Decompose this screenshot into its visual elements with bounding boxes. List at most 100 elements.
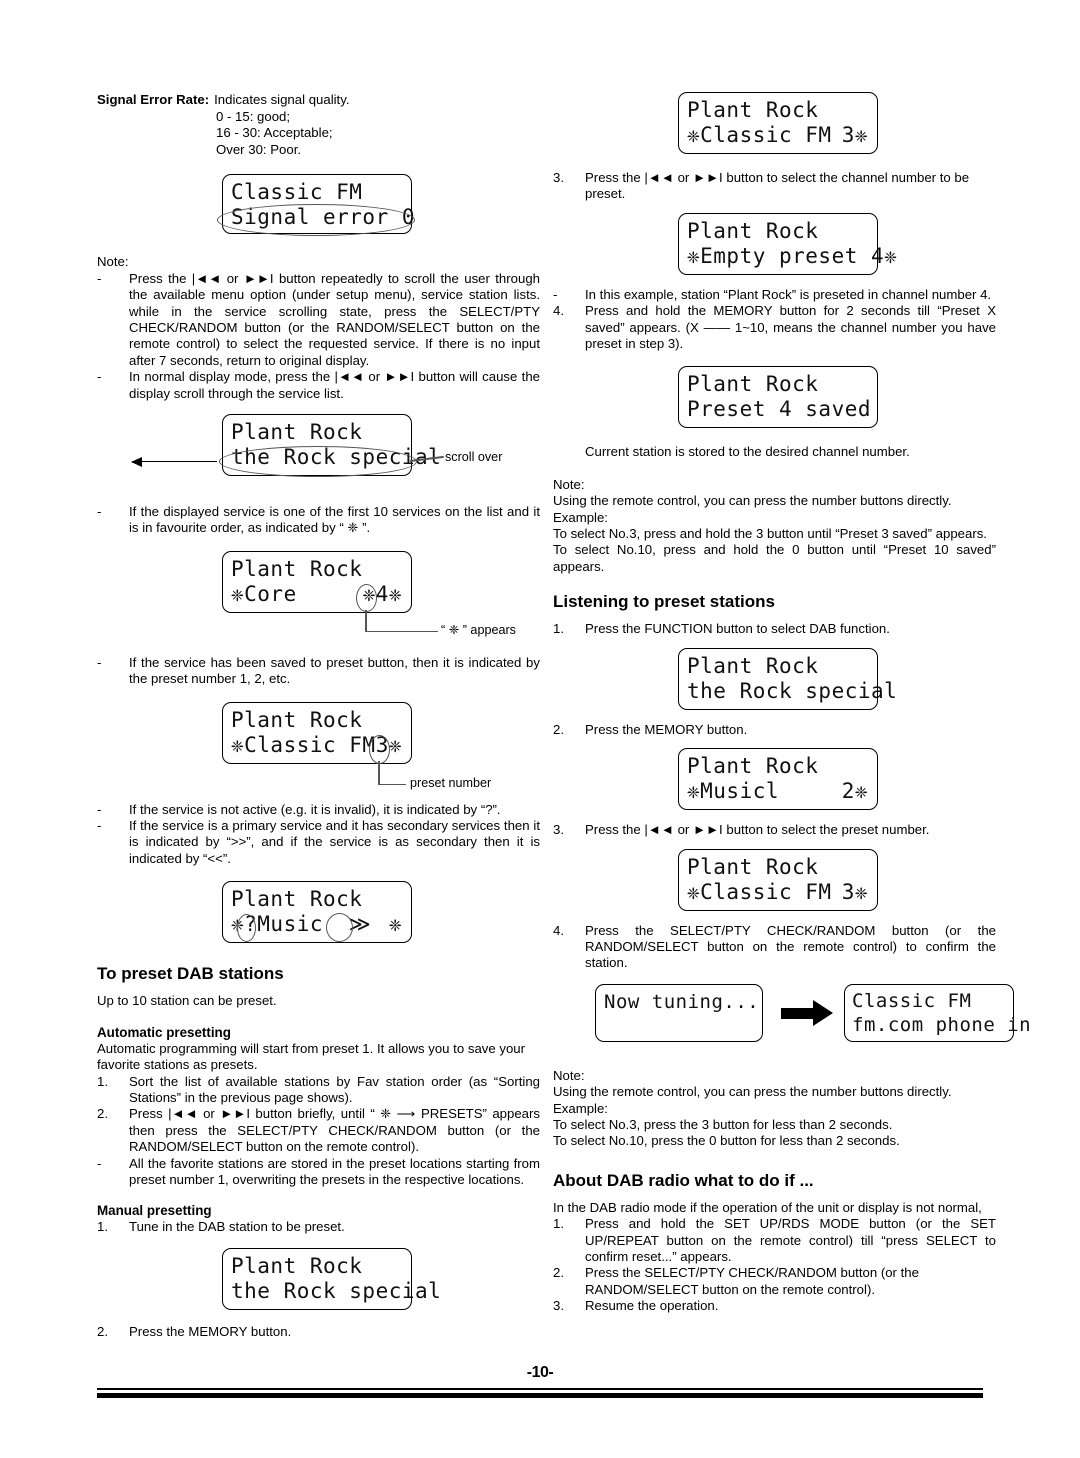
manual-page: Signal Error Rate: Indicates signal qual… [0, 0, 1080, 1458]
page-footer: -10- [97, 1364, 983, 1398]
note-label: Note: [97, 254, 129, 270]
note-example-label: Example: [553, 509, 608, 525]
note2-remote-control: Using the remote control, you can press … [553, 1084, 952, 1100]
lcd-line-2: ❈?Music [231, 912, 324, 937]
list-text: If the displayed service is one of the f… [129, 504, 540, 536]
lcd-line-2: Preset 4 saved [687, 397, 872, 422]
auto-step: 2. Press |◄◄ or ►►I button briefly, unti… [97, 1106, 540, 1155]
lcd-musicl-2: Plant Rock ❈Musicl 2❈ [678, 748, 878, 811]
list-marker: 2. [553, 1265, 564, 1281]
lcd-preset-indicator: 2❈ [841, 779, 868, 804]
page-number: -10- [526, 1364, 554, 1381]
lcd-line-1: Plant Rock [231, 887, 363, 912]
lcd-preset-3: Plant Rock ❈Classic FM 3❈ [222, 701, 412, 764]
heading-listening-to-preset-stations: Listening to preset stations [553, 592, 775, 612]
lcd-line-1: Plant Rock [687, 372, 819, 397]
scroll-direction-arrow [131, 457, 217, 468]
list-text: Press the SELECT/PTY CHECK/RANDOM button… [585, 922, 996, 971]
lcd-listen1-wrap: Plant Rock the Rock special [553, 647, 996, 716]
lcd-line-2: the Rock special [231, 445, 442, 470]
list-marker: 4. [553, 922, 564, 938]
listen-step-2: 2. Press the MEMORY button. [553, 722, 996, 738]
lcd-preset3-wrap: Plant Rock ❈Classic FM 3❈ preset number [97, 701, 540, 794]
lcd-manual-tune: Plant Rock the Rock special [222, 1247, 442, 1310]
list-text: If the service is not active (e.g. it is… [129, 801, 501, 817]
automatic-presetting-intro: Automatic programming will start from pr… [97, 1040, 526, 1073]
list-text: Press the SELECT/PTY CHECK/RANDOM button… [585, 1265, 919, 1297]
lcd-line-1: Plant Rock [687, 218, 819, 243]
preset-intro-text: Up to 10 station can be preset. [97, 993, 277, 1009]
signal-quality-good: 0 - 15: good; [216, 108, 291, 124]
lcd-line-2: the Rock special [231, 1278, 442, 1303]
list-marker: - [97, 1155, 102, 1171]
list-marker: 2. [97, 1323, 108, 1339]
list-text: All the favorite stations are stored in … [129, 1155, 540, 1187]
list-marker: 3. [553, 170, 564, 185]
list-marker: 4. [553, 303, 564, 319]
lcd-line-2: ❈Classic FM [231, 732, 376, 757]
callout-preset-number: preset number [410, 775, 492, 790]
list-marker: - [97, 801, 102, 817]
lcd-line-1: Now tuning... [604, 990, 760, 1013]
callout-scroll-over: scroll over [445, 450, 503, 465]
lcd-classic3-wrap: Plant Rock ❈Classic FM 3❈ [553, 92, 996, 164]
lcd-signal-error: Classic FM Signal error 0 [222, 174, 415, 235]
lcd-preset-indicator: 3❈ [375, 732, 402, 757]
lcd-line-1: Plant Rock [687, 854, 819, 879]
list-text: Press the MEMORY button. [129, 1323, 292, 1339]
bullet-favourite: - If the displayed service is one of the… [97, 504, 540, 537]
list-marker: 3. [553, 1298, 564, 1314]
list-text: Press the |◄◄ or ►►I button repeatedly t… [129, 270, 540, 368]
bullet-example-station: - In this example, station “Plant Rock” … [553, 287, 996, 303]
heading-automatic-presetting: Automatic presetting [97, 1024, 231, 1040]
signal-error-rate-term: Signal Error Rate: [97, 92, 210, 107]
callout-leader-fav-h [365, 630, 438, 633]
note-item: - In normal display mode, press the |◄◄ … [97, 369, 540, 402]
stored-station-text: Current station is stored to the desired… [585, 444, 910, 460]
lcd-empty4-wrap: Plant Rock ❈Empty preset 4❈ [553, 212, 996, 281]
note-example-no10: To select No.10, press and hold the 0 bu… [553, 542, 996, 574]
list-marker: - [97, 504, 102, 520]
bullet-preset-number: - If the service has been saved to prese… [97, 655, 540, 688]
lcd-line-2: ❈Empty preset 4❈ [687, 243, 898, 268]
lcd-preset-indicator: 3❈ [841, 123, 868, 147]
lcd-line-1: Classic FM [852, 989, 972, 1012]
lcd-music-wrap: Plant Rock ❈?Music ≫ ❈ [97, 881, 540, 949]
footer-rule-thick [97, 1393, 983, 1398]
list-marker: - [97, 818, 102, 834]
signal-error-rate-desc: Indicates signal quality. [214, 92, 350, 107]
lcd-line-1: Plant Rock [687, 754, 819, 779]
list-text: If the service is a primary service and … [129, 818, 540, 866]
listen-step-4: 4. Press the SELECT/PTY CHECK/RANDOM but… [553, 923, 996, 972]
listen-step-3: 3. Press the |◄◄ or ►►I button to select… [553, 822, 996, 838]
lcd-secondary-indicator: ≫ [348, 912, 372, 937]
lcd-fav-indicator: ❈ [388, 912, 402, 937]
lcd-scroll-over: Plant Rock the Rock special [222, 414, 442, 477]
callout-fav-appears: “ ❈ ” appears [441, 622, 516, 637]
list-text: Tune in the DAB station to be preset. [129, 1219, 345, 1235]
signal-quality-acceptable: 16 - 30: Acceptable; [216, 125, 333, 141]
note2-example-no10: To select No.10, press the 0 button for … [553, 1133, 900, 1149]
lcd-line-1: Plant Rock [687, 98, 819, 122]
lcd-signal-error-wrap: Classic FM Signal error 0 [97, 174, 540, 240]
list-text: Press the |◄◄ or ►►I button to select th… [585, 822, 930, 838]
bullet-inactive-service: - If the service is not active (e.g. it … [97, 802, 540, 818]
callout-leader-fav-v [365, 609, 367, 632]
list-marker: - [553, 286, 558, 302]
list-text: Press |◄◄ or ►►I button briefly, until “… [129, 1106, 540, 1155]
list-text: In normal display mode, press the |◄◄ or… [129, 369, 540, 401]
left-column: Signal Error Rate: Indicates signal qual… [97, 92, 540, 1340]
lcd-music-invalid: Plant Rock ❈?Music ≫ ❈ [222, 881, 412, 944]
bullet-primary-service: - If the service is a primary service an… [97, 818, 540, 867]
list-marker: 1. [97, 1219, 108, 1235]
preset-step-3: 3. Press the |◄◄ or ►►I button to select… [553, 170, 996, 203]
note2-label: Note: [553, 1067, 585, 1083]
list-marker: - [97, 369, 102, 385]
manual-step-2: 2. Press the MEMORY button. [97, 1324, 540, 1340]
lcd-line-2: fm.com phone in [852, 1013, 1032, 1036]
lcd-scroll-wrap: Plant Rock the Rock special scroll over [97, 414, 540, 488]
about-step: 3. Resume the operation. [553, 1298, 996, 1314]
lcd-line-2: the Rock special [687, 678, 898, 703]
lcd-manual-wrap: Plant Rock the Rock special [97, 1247, 540, 1316]
lcd-core-wrap: Plant Rock ❈Core ❈4❈ “ ❈ ” appears [97, 550, 540, 643]
